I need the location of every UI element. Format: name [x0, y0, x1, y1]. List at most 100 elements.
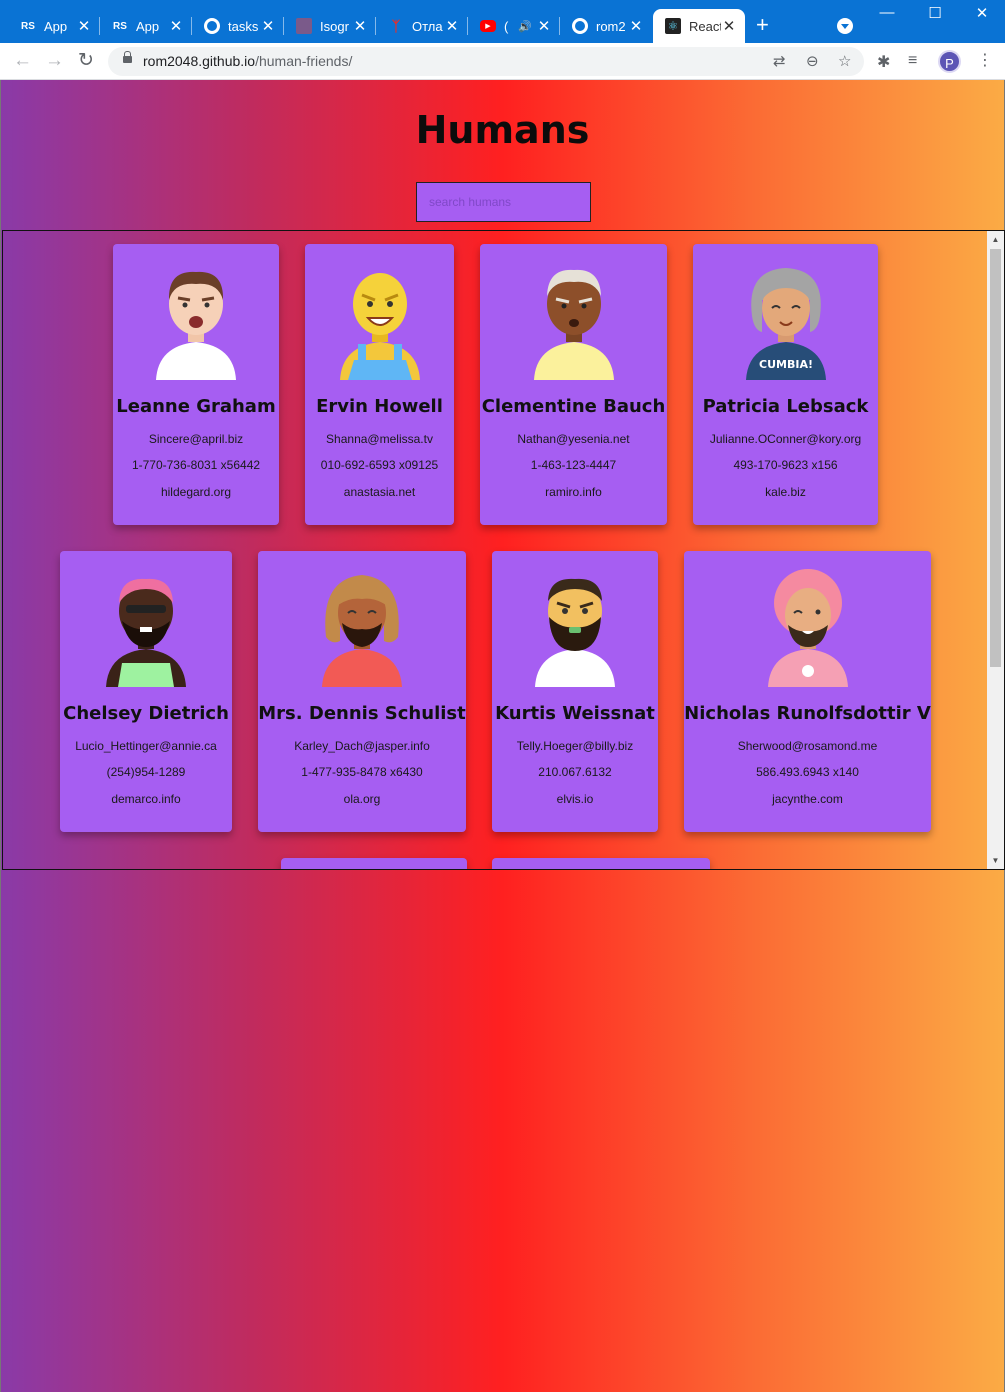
- minimize-icon[interactable]: —: [877, 4, 897, 21]
- human-website: demarco.info: [111, 792, 181, 806]
- close-tab-icon[interactable]: ✕: [628, 17, 644, 35]
- avatar: [533, 269, 614, 380]
- tab-title: tasks: [228, 18, 259, 34]
- human-website: jacynthe.com: [772, 792, 843, 806]
- react-icon: ⚛: [665, 18, 681, 34]
- close-tab-icon[interactable]: ✕: [76, 17, 92, 35]
- human-email: Sherwood@rosamond.me: [737, 739, 878, 753]
- human-website: ola.org: [343, 792, 381, 806]
- avatar: [535, 578, 615, 687]
- avatar: [339, 273, 420, 380]
- tab-title: rom2: [596, 18, 626, 34]
- scroll-down-icon[interactable]: ▼: [987, 852, 1004, 869]
- human-website: anastasia.net: [343, 485, 416, 499]
- human-phone: 010-692-6593 x09125: [320, 458, 439, 472]
- browser-toolbar: ← → ↻ rom2048.github.io/human-friends/ ⇄…: [0, 43, 1005, 80]
- close-window-icon[interactable]: ✕: [972, 4, 992, 22]
- debug-icon: ᛉ: [391, 18, 401, 34]
- reload-icon[interactable]: ↻: [78, 51, 94, 70]
- tab-title: (: [504, 18, 509, 34]
- back-icon[interactable]: ←: [13, 51, 32, 70]
- address-bar[interactable]: rom2048.github.io/human-friends/ ⇄ ⊖ ☆: [108, 47, 864, 76]
- human-website: ramiro.info: [545, 485, 602, 499]
- scrollbar-thumb[interactable]: [990, 249, 1001, 667]
- human-email: Lucio_Hettinger@annie.ca: [75, 739, 217, 753]
- scrollbar[interactable]: ▲ ▼: [987, 231, 1004, 869]
- close-tab-icon[interactable]: ✕: [721, 17, 737, 35]
- human-email: Karley_Dach@jasper.info: [294, 739, 430, 753]
- new-tab-button[interactable]: +: [756, 14, 769, 36]
- close-tab-icon[interactable]: ✕: [536, 17, 552, 35]
- human-name: Clementine Bauch: [481, 396, 666, 417]
- tab-title: Isogr: [320, 18, 349, 34]
- page-title: Humans: [415, 108, 590, 152]
- tab-title: App: [44, 18, 68, 34]
- human-name: Mrs. Dennis Schulist: [258, 703, 466, 724]
- translate-icon[interactable]: ⇄: [773, 52, 786, 70]
- human-card[interactable]: Ervin Howell Shanna@melissa.tv 010-692-6…: [305, 244, 454, 525]
- human-phone: 1-463-123-4447: [530, 458, 617, 472]
- maximize-icon[interactable]: ☐: [925, 4, 945, 22]
- close-tab-icon[interactable]: ✕: [168, 17, 184, 35]
- human-phone: (254)954-1289: [106, 765, 186, 779]
- human-card[interactable]: [281, 858, 467, 869]
- extensions-icon[interactable]: ✱: [877, 52, 890, 72]
- scroll-up-icon[interactable]: ▲: [987, 231, 1004, 248]
- human-card[interactable]: Clementine Bauch Nathan@yesenia.net 1-46…: [480, 244, 667, 525]
- avatar: [156, 271, 236, 380]
- human-name: Kurtis Weissnat: [495, 703, 655, 724]
- browser-tab-strip: RS App ✕ RS App ✕ tasks ✕ Isogr ✕ ᛉ Отла…: [0, 0, 1005, 43]
- close-tab-icon[interactable]: ✕: [352, 17, 368, 35]
- browser-tab[interactable]: ▶ ( 🔊 ✕: [468, 9, 560, 43]
- profile-avatar[interactable]: P: [938, 50, 961, 73]
- human-card[interactable]: CUMBIA! Patricia Lebsack Julianne.OConne…: [693, 244, 878, 525]
- tab-title: React: [689, 18, 721, 34]
- rs-school-icon: RS: [21, 20, 35, 32]
- browser-tab[interactable]: rom2 ✕: [560, 9, 652, 43]
- zoom-icon[interactable]: ⊖: [806, 52, 819, 70]
- page-viewport: Humans Leanne Graham Sincere@april.biz 1…: [0, 80, 1005, 1392]
- tab-search-icon[interactable]: [837, 18, 853, 34]
- human-email: Telly.Hoeger@billy.biz: [516, 739, 634, 753]
- human-card[interactable]: Kurtis Weissnat Telly.Hoeger@billy.biz 2…: [492, 551, 658, 832]
- human-email: Nathan@yesenia.net: [517, 432, 630, 446]
- human-card[interactable]: Leanne Graham Sincere@april.biz 1-770-73…: [113, 244, 279, 525]
- browser-tab[interactable]: Isogr ✕: [284, 9, 376, 43]
- human-name: Chelsey Dietrich: [63, 703, 229, 724]
- shirt-text: CUMBIA!: [759, 358, 813, 371]
- human-website: elvis.io: [556, 792, 594, 806]
- bookmark-star-icon[interactable]: ☆: [838, 52, 851, 70]
- close-tab-icon[interactable]: ✕: [260, 17, 276, 35]
- tab-title: Отла: [412, 18, 443, 34]
- human-card[interactable]: Nicholas Runolfsdottir V Sherwood@rosamo…: [684, 551, 931, 832]
- search-input[interactable]: [416, 182, 591, 222]
- browser-tab[interactable]: RS App ✕: [100, 9, 192, 43]
- human-website: kale.biz: [765, 485, 806, 499]
- url-text[interactable]: rom2048.github.io/human-friends/: [143, 53, 352, 69]
- isograph-icon: [296, 18, 312, 34]
- avatar: CUMBIA!: [745, 268, 826, 380]
- avatar: [767, 569, 848, 687]
- close-tab-icon[interactable]: ✕: [444, 17, 460, 35]
- cards-scroll-container[interactable]: Leanne Graham Sincere@april.biz 1-770-73…: [2, 230, 1005, 870]
- human-phone: 586.493.6943 x140: [756, 765, 859, 779]
- human-phone: 210.067.6132: [538, 765, 612, 779]
- avatar: [322, 575, 402, 687]
- browser-tab[interactable]: RS App ✕: [8, 9, 100, 43]
- human-phone: 1-770-736-8031 x56442: [131, 458, 261, 472]
- browser-tab-active[interactable]: ⚛ React ✕: [653, 9, 745, 43]
- speaker-icon[interactable]: 🔊: [518, 20, 532, 33]
- browser-tab[interactable]: ᛉ Отла ✕: [376, 9, 468, 43]
- browser-menu-icon[interactable]: ⋮: [977, 50, 993, 70]
- human-card[interactable]: Mrs. Dennis Schulist Karley_Dach@jasper.…: [258, 551, 466, 832]
- human-card[interactable]: Chelsey Dietrich Lucio_Hettinger@annie.c…: [60, 551, 232, 832]
- tab-title: App: [136, 18, 160, 34]
- media-control-icon[interactable]: ≡: [908, 52, 917, 70]
- avatar: [106, 578, 186, 687]
- human-card[interactable]: [492, 858, 710, 869]
- forward-icon[interactable]: →: [45, 51, 64, 70]
- human-email: Julianne.OConner@kory.org: [709, 432, 862, 446]
- browser-tab[interactable]: tasks ✕: [192, 9, 284, 43]
- human-email: Sincere@april.biz: [148, 432, 244, 446]
- lock-icon[interactable]: [123, 51, 132, 63]
